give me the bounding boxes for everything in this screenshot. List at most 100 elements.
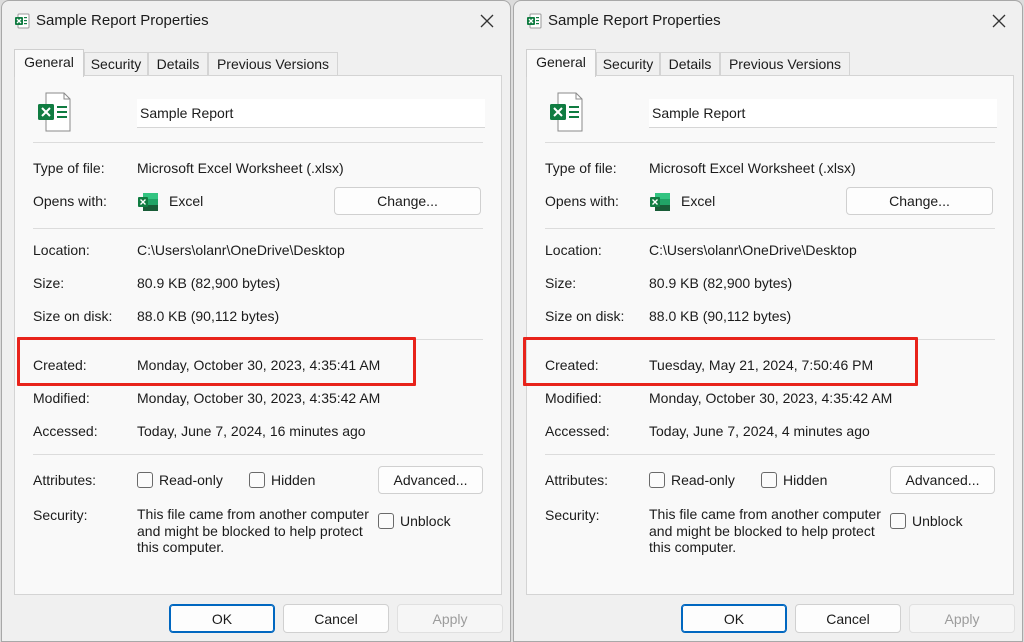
- checkbox-box[interactable]: [649, 472, 665, 488]
- separator: [545, 142, 995, 143]
- cancel-button[interactable]: Cancel: [283, 604, 389, 633]
- change-button[interactable]: Change...: [846, 187, 993, 215]
- created-label: Created:: [545, 357, 599, 373]
- tab-previous-versions[interactable]: Previous Versions: [720, 52, 850, 76]
- unblock-checkbox[interactable]: Unblock: [378, 513, 451, 529]
- tab-general[interactable]: General: [14, 49, 84, 77]
- opens-with-label: Opens with:: [545, 193, 619, 209]
- excel-icon: [650, 193, 670, 211]
- excel-app-icon: [527, 13, 542, 29]
- size-label: Size:: [33, 275, 65, 291]
- created-label: Created:: [33, 357, 87, 373]
- tab-security[interactable]: Security: [596, 52, 660, 76]
- separator: [33, 339, 483, 340]
- tab-security[interactable]: Security: [84, 52, 148, 76]
- separator: [545, 228, 995, 229]
- type-of-file-label: Type of file:: [33, 160, 105, 176]
- separator: [33, 228, 483, 229]
- checkbox-box[interactable]: [249, 472, 265, 488]
- advanced-button[interactable]: Advanced...: [378, 466, 483, 494]
- security-message: This file came from another computer and…: [137, 506, 369, 555]
- type-of-file-value: Microsoft Excel Worksheet (.xlsx): [137, 160, 344, 176]
- size-on-disk-label: Size on disk:: [545, 308, 625, 324]
- general-panel: Type of file: Microsoft Excel Worksheet …: [526, 75, 1014, 595]
- hidden-label: Hidden: [271, 472, 316, 488]
- size-value: 80.9 KB (82,900 bytes): [137, 275, 281, 291]
- advanced-button[interactable]: Advanced...: [890, 466, 995, 494]
- ok-button[interactable]: OK: [169, 604, 275, 633]
- security-message: This file came from another computer and…: [649, 506, 881, 555]
- title-bar[interactable]: Sample Report Properties: [514, 1, 1022, 41]
- separator: [545, 454, 995, 455]
- separator: [33, 142, 483, 143]
- properties-dialog-left: Sample Report Properties General Securit…: [1, 0, 511, 642]
- dialog-footer: OK Cancel Apply: [2, 597, 510, 641]
- accessed-label: Accessed:: [33, 423, 98, 439]
- modified-value: Monday, October 30, 2023, 4:35:42 AM: [649, 390, 893, 406]
- general-panel: Type of file: Microsoft Excel Worksheet …: [14, 75, 502, 595]
- location-value: C:\Users\olanr\OneDrive\Desktop: [137, 242, 345, 258]
- properties-dialog-right: Sample Report Properties General Securit…: [513, 0, 1023, 642]
- size-on-disk-value: 88.0 KB (90,112 bytes): [137, 308, 280, 324]
- ok-button[interactable]: OK: [681, 604, 787, 633]
- read-only-label: Read-only: [159, 472, 223, 488]
- tab-previous-versions[interactable]: Previous Versions: [208, 52, 338, 76]
- read-only-checkbox[interactable]: Read-only: [649, 472, 735, 488]
- read-only-checkbox[interactable]: Read-only: [137, 472, 223, 488]
- title-bar[interactable]: Sample Report Properties: [2, 1, 510, 41]
- excel-file-icon: [38, 92, 71, 132]
- size-on-disk-label: Size on disk:: [33, 308, 113, 324]
- apply-button[interactable]: Apply: [397, 604, 503, 633]
- hidden-label: Hidden: [783, 472, 828, 488]
- checkbox-box[interactable]: [761, 472, 777, 488]
- close-icon: [480, 14, 494, 28]
- tab-details[interactable]: Details: [148, 52, 208, 76]
- modified-label: Modified:: [33, 390, 90, 406]
- close-button[interactable]: [470, 5, 504, 37]
- opens-with-label: Opens with:: [33, 193, 107, 209]
- excel-icon: [138, 193, 158, 211]
- accessed-value: Today, June 7, 2024, 16 minutes ago: [137, 423, 366, 439]
- checkbox-box[interactable]: [137, 472, 153, 488]
- security-label: Security:: [33, 507, 88, 523]
- file-name-input[interactable]: [649, 99, 997, 128]
- size-value: 80.9 KB (82,900 bytes): [649, 275, 793, 291]
- location-label: Location:: [545, 242, 602, 258]
- accessed-label: Accessed:: [545, 423, 610, 439]
- attributes-label: Attributes:: [33, 472, 97, 488]
- checkbox-box[interactable]: [378, 513, 394, 529]
- opens-with-value: Excel: [169, 193, 204, 209]
- window-title: Sample Report Properties: [36, 12, 209, 29]
- read-only-label: Read-only: [671, 472, 735, 488]
- type-of-file-value: Microsoft Excel Worksheet (.xlsx): [649, 160, 856, 176]
- modified-value: Monday, October 30, 2023, 4:35:42 AM: [137, 390, 381, 406]
- separator: [545, 339, 995, 340]
- change-button[interactable]: Change...: [334, 187, 481, 215]
- file-name-input[interactable]: [137, 99, 485, 128]
- close-icon: [992, 14, 1006, 28]
- accessed-value: Today, June 7, 2024, 4 minutes ago: [649, 423, 870, 439]
- unblock-checkbox[interactable]: Unblock: [890, 513, 963, 529]
- apply-button[interactable]: Apply: [909, 604, 1015, 633]
- excel-app-icon: [15, 13, 30, 29]
- security-label: Security:: [545, 507, 600, 523]
- unblock-label: Unblock: [912, 513, 963, 529]
- tab-general[interactable]: General: [526, 49, 596, 77]
- size-on-disk-value: 88.0 KB (90,112 bytes): [649, 308, 792, 324]
- excel-file-icon: [550, 92, 583, 132]
- hidden-checkbox[interactable]: Hidden: [249, 472, 315, 488]
- hidden-checkbox[interactable]: Hidden: [761, 472, 827, 488]
- tab-details[interactable]: Details: [660, 52, 720, 76]
- attributes-label: Attributes:: [545, 472, 609, 488]
- location-value: C:\Users\olanr\OneDrive\Desktop: [649, 242, 857, 258]
- dialog-footer: OK Cancel Apply: [514, 597, 1022, 641]
- location-label: Location:: [33, 242, 90, 258]
- opens-with-value: Excel: [681, 193, 716, 209]
- checkbox-box[interactable]: [890, 513, 906, 529]
- window-title: Sample Report Properties: [548, 12, 721, 29]
- close-button[interactable]: [982, 5, 1016, 37]
- unblock-label: Unblock: [400, 513, 451, 529]
- type-of-file-label: Type of file:: [545, 160, 617, 176]
- cancel-button[interactable]: Cancel: [795, 604, 901, 633]
- modified-label: Modified:: [545, 390, 602, 406]
